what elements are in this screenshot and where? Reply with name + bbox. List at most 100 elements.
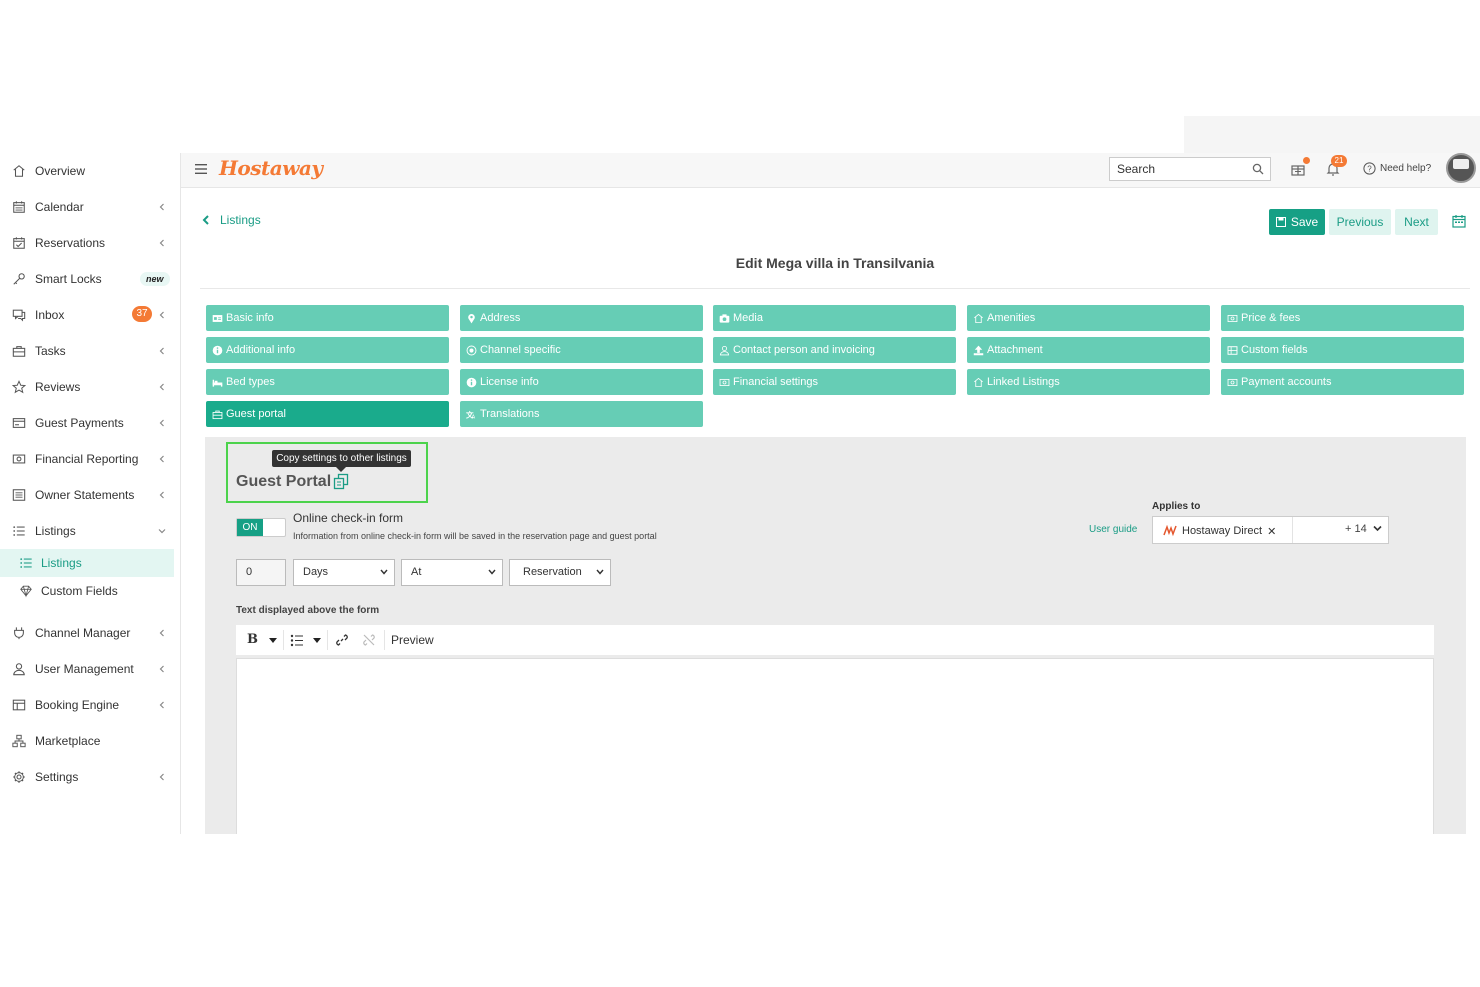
- chevron-down-icon: [596, 569, 604, 575]
- chevron-left-icon[interactable]: [158, 200, 166, 214]
- user-guide-link[interactable]: User guide: [1089, 524, 1137, 535]
- copy-icon[interactable]: [333, 473, 350, 490]
- chevron-left-icon[interactable]: [158, 416, 166, 430]
- sidebar-item-listings[interactable]: Listings: [0, 513, 181, 549]
- tab-channel-specific[interactable]: Channel specific: [460, 337, 703, 363]
- sidebar-item-overview[interactable]: Overview: [0, 153, 181, 189]
- user-avatar[interactable]: [1446, 153, 1476, 183]
- chevron-left-icon[interactable]: [158, 770, 166, 784]
- remove-chip-icon[interactable]: ✕: [1267, 525, 1276, 538]
- bold-button[interactable]: B: [247, 632, 258, 647]
- guest-portal-panel: Copy settings to other listings Guest Po…: [205, 437, 1466, 834]
- chevron-left-icon[interactable]: [158, 626, 166, 640]
- tab-guest-portal[interactable]: Guest portal: [206, 401, 449, 427]
- sidebar-item-settings[interactable]: Settings: [0, 759, 181, 795]
- tab-contact-person-and-invoicing[interactable]: Contact person and invoicing: [713, 337, 956, 363]
- chevron-left-icon[interactable]: [158, 488, 166, 502]
- user-icon: [11, 661, 27, 677]
- tab-translations[interactable]: 文 A Translations: [460, 401, 703, 427]
- chevron-left-icon[interactable]: [158, 308, 166, 322]
- tab-financial-settings[interactable]: Financial settings: [713, 369, 956, 395]
- sidebar-item-label: Reviews: [35, 380, 81, 394]
- sidebar-item-inbox[interactable]: Inbox 37: [0, 297, 181, 333]
- sidebar-item-smart-locks[interactable]: Smart Locks new: [0, 261, 181, 297]
- tab-price-fees[interactable]: Price & fees: [1221, 305, 1464, 331]
- sidebar-item-label: Listings: [35, 524, 76, 538]
- sidebar-item-financial-reporting[interactable]: Financial Reporting: [0, 441, 181, 477]
- applies-to-select[interactable]: Hostaway Direct ✕ + 14: [1152, 516, 1389, 544]
- sidebar-item-user-management[interactable]: User Management: [0, 651, 181, 687]
- unit-select-value: Days: [303, 566, 329, 578]
- sidebar-item-reservations[interactable]: Reservations: [0, 225, 181, 261]
- money-icon: [1227, 313, 1238, 324]
- sidebar-item-label: Overview: [35, 164, 86, 178]
- hamburger-menu-icon[interactable]: [195, 162, 207, 176]
- hostaway-logo[interactable]: Hostaway: [219, 156, 323, 180]
- tab-basic-info[interactable]: Basic info: [206, 305, 449, 331]
- svg-text:A: A: [472, 414, 476, 419]
- calendar-icon[interactable]: [1452, 214, 1466, 228]
- sidebar-item-reviews[interactable]: Reviews: [0, 369, 181, 405]
- back-to-listings-link[interactable]: Listings: [202, 213, 261, 227]
- link-icon[interactable]: [335, 633, 349, 647]
- chevron-down-icon[interactable]: [1373, 525, 1382, 532]
- search-input[interactable]: Search: [1109, 157, 1271, 181]
- star-icon: [11, 379, 27, 395]
- tab-payment-accounts[interactable]: Payment accounts: [1221, 369, 1464, 395]
- tab-attachment[interactable]: Attachment: [967, 337, 1210, 363]
- tab-custom-fields[interactable]: Custom fields: [1221, 337, 1464, 363]
- sidebar-item-calendar[interactable]: Calendar: [0, 189, 181, 225]
- sidebar-item-marketplace[interactable]: Marketplace: [0, 723, 181, 759]
- sidebar-item-guest-payments[interactable]: Guest Payments: [0, 405, 181, 441]
- sidebar-item-booking-engine[interactable]: Booking Engine: [0, 687, 181, 723]
- top-header: Hostaway Search 21 ? Need help?: [181, 153, 1480, 188]
- chevron-left-icon[interactable]: [158, 380, 166, 394]
- sidebar-item-channel-manager[interactable]: Channel Manager: [0, 615, 181, 651]
- sidebar-item-label: Channel Manager: [35, 626, 131, 640]
- money-icon: [719, 377, 730, 388]
- save-button[interactable]: Save: [1269, 209, 1325, 235]
- chevron-left-icon: [202, 215, 209, 225]
- search-icon[interactable]: [1252, 163, 1264, 175]
- tab-bed-types[interactable]: Bed types: [206, 369, 449, 395]
- chevron-down-icon[interactable]: [158, 524, 166, 538]
- tab-label: Financial settings: [733, 376, 818, 388]
- search-placeholder: Search: [1117, 162, 1156, 176]
- text-above-form-label: Text displayed above the form: [236, 605, 380, 616]
- event-select[interactable]: Reservation: [509, 559, 611, 586]
- sidebar-item-owner-statements[interactable]: Owner Statements: [0, 477, 181, 513]
- previous-button[interactable]: Previous: [1329, 209, 1391, 235]
- relation-select[interactable]: At: [401, 559, 503, 586]
- chevron-left-icon[interactable]: [158, 344, 166, 358]
- help-circle-icon: ?: [1363, 162, 1376, 175]
- caret-down-icon[interactable]: [269, 638, 277, 644]
- chevron-left-icon[interactable]: [158, 662, 166, 676]
- unit-select[interactable]: Days: [293, 559, 395, 586]
- tab-license-info[interactable]: License info: [460, 369, 703, 395]
- tab-address[interactable]: Address: [460, 305, 703, 331]
- chevron-left-icon[interactable]: [158, 698, 166, 712]
- need-help-link[interactable]: ? Need help?: [1363, 162, 1431, 175]
- caret-down-icon[interactable]: [313, 638, 321, 644]
- chevron-left-icon[interactable]: [158, 452, 166, 466]
- sidebar-item-tasks[interactable]: Tasks: [0, 333, 181, 369]
- next-button[interactable]: Next: [1395, 209, 1438, 235]
- preview-button[interactable]: Preview: [391, 633, 434, 647]
- tab-media[interactable]: Media: [713, 305, 956, 331]
- diamond-icon: [18, 583, 34, 599]
- offset-number-input[interactable]: 0: [236, 559, 286, 586]
- tab-label: Price & fees: [1241, 312, 1301, 324]
- tab-additional-info[interactable]: Additional info: [206, 337, 449, 363]
- need-help-label: Need help?: [1380, 163, 1432, 174]
- sidebar-subitem-listings[interactable]: Listings: [0, 549, 174, 577]
- map-pin-icon: [466, 313, 477, 324]
- app-frame: Overview Calendar Reservations Smart Locks n…: [0, 153, 1480, 834]
- unlink-icon[interactable]: [362, 633, 376, 647]
- tab-amenities[interactable]: Amenities: [967, 305, 1210, 331]
- chevron-left-icon[interactable]: [158, 236, 166, 250]
- tab-linked-listings[interactable]: Linked Listings: [967, 369, 1210, 395]
- form-text-editor[interactable]: [236, 658, 1434, 834]
- checkin-form-toggle[interactable]: ON: [236, 518, 286, 537]
- bullet-list-icon[interactable]: [290, 634, 304, 647]
- sidebar-subitem-custom-fields[interactable]: Custom Fields: [0, 577, 174, 605]
